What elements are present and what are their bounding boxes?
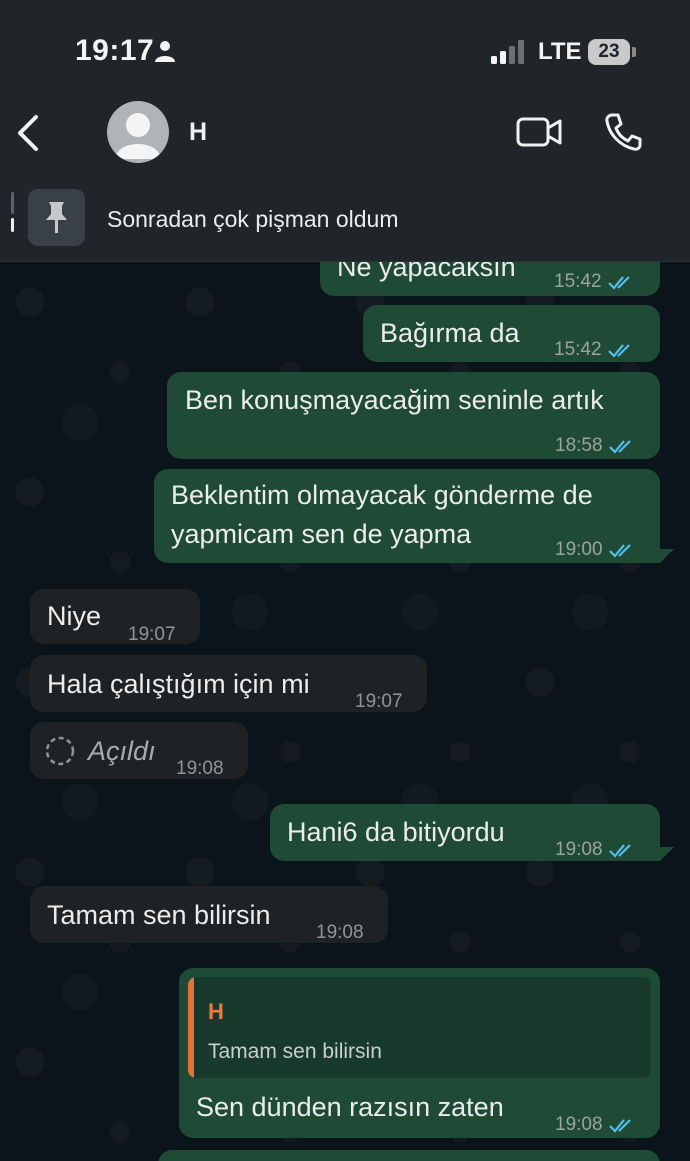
read-ticks-icon (608, 544, 631, 558)
status-time: 19:17 (75, 34, 155, 67)
message-time: 19:08 (176, 758, 224, 779)
message-text-line-2: yapmicam sen de yapma (171, 519, 472, 549)
bubble-tail (660, 549, 674, 563)
back-icon[interactable] (14, 113, 44, 153)
message-meta: 19:08 (176, 750, 224, 788)
message-text: Hala çalıştığım için mi (47, 669, 310, 699)
signal-icon (491, 40, 524, 64)
message-bubble[interactable]: Hani6 da bitiyordu 19:08 (270, 804, 660, 861)
message-text-line-1: Beklentim olmayacak gönderme de (171, 480, 593, 510)
message-text: Niye (47, 601, 102, 631)
message-text: Sen dünden razısın zaten (196, 1092, 504, 1122)
pin-indicator (11, 192, 15, 242)
avatar-icon (115, 113, 161, 159)
reply-author: H (208, 999, 224, 1024)
person-icon (155, 41, 175, 62)
message-meta: 15:42 (554, 263, 636, 301)
message-time: 15:42 (554, 271, 602, 292)
view-once-opened-icon (45, 736, 75, 766)
message-bubble[interactable]: Tamam sen bilirsin 19:08 (30, 886, 388, 943)
message-time: 19:08 (316, 922, 364, 943)
message-text: Tamam sen bilirsin (47, 900, 271, 930)
status-bar: 19:17 LTE 23 (0, 0, 690, 98)
message-time: 19:08 (555, 1114, 603, 1135)
message-time: 19:00 (555, 539, 603, 560)
message-meta: 18:58 (555, 427, 637, 465)
pinned-message-text: Sonradan çok pişman oldum (107, 206, 399, 232)
message-meta: 15:42 (554, 331, 636, 369)
read-ticks-icon (608, 440, 631, 454)
message-bubble[interactable]: Ben konuşmayacağim seninle artık 18:58 (167, 372, 660, 459)
battery-tip (632, 47, 636, 57)
video-call-icon[interactable] (516, 116, 562, 148)
message-bubble[interactable]: Beklentim olmayacak gönderme de yapmicam… (154, 469, 660, 563)
read-ticks-icon (608, 844, 631, 858)
message-time: 19:07 (355, 691, 403, 712)
message-time: 18:58 (555, 435, 603, 456)
message-bubble[interactable]: Niye 19:07 (30, 589, 200, 645)
message-time: 19:08 (555, 839, 603, 860)
read-ticks-icon (607, 276, 630, 290)
message-text: Bağırma da (380, 318, 520, 348)
message-meta: 19:08 (316, 914, 364, 952)
message-text: Hani6 da bitiyordu (287, 817, 505, 847)
message-time: 15:42 (554, 339, 602, 360)
avatar[interactable] (107, 101, 169, 163)
contact-name[interactable]: H (189, 118, 207, 147)
message-meta: 19:08 (555, 1106, 637, 1144)
message-bubble[interactable]: Hala çalıştığım için mi 19:07 (30, 655, 427, 712)
message-bubble-partial[interactable] (158, 1150, 660, 1161)
message-time: 19:07 (128, 624, 176, 645)
chat-header: H (0, 98, 690, 182)
message-text: Açıldı (88, 736, 156, 766)
read-ticks-icon (608, 1119, 631, 1133)
message-bubble[interactable]: Bağırma da 15:42 (363, 305, 660, 362)
battery-level: 23 (588, 39, 630, 65)
message-meta: 19:08 (555, 831, 637, 869)
reply-accent-bar (188, 977, 194, 1078)
reply-quote[interactable]: H Tamam sen bilirsin (188, 977, 651, 1078)
network-type: LTE (538, 38, 582, 65)
message-meta: 19:07 (355, 683, 403, 721)
message-text: Ben konuşmayacağim seninle artık (185, 385, 604, 415)
pin-icon (46, 202, 67, 233)
phone-icon[interactable] (604, 112, 642, 152)
message-bubble[interactable]: H Tamam sen bilirsin Sen dünden razısın … (179, 968, 660, 1138)
message-meta: 19:07 (128, 616, 176, 654)
bubble-tail (660, 847, 674, 861)
pinned-message-bar[interactable]: Sonradan çok pişman oldum (0, 182, 690, 262)
read-ticks-icon (607, 344, 630, 358)
reply-text: Tamam sen bilirsin (208, 1040, 382, 1063)
pin-icon-box (28, 189, 85, 246)
message-bubble[interactable]: Açıldı 19:08 (30, 722, 248, 779)
message-meta: 19:00 (555, 531, 637, 569)
